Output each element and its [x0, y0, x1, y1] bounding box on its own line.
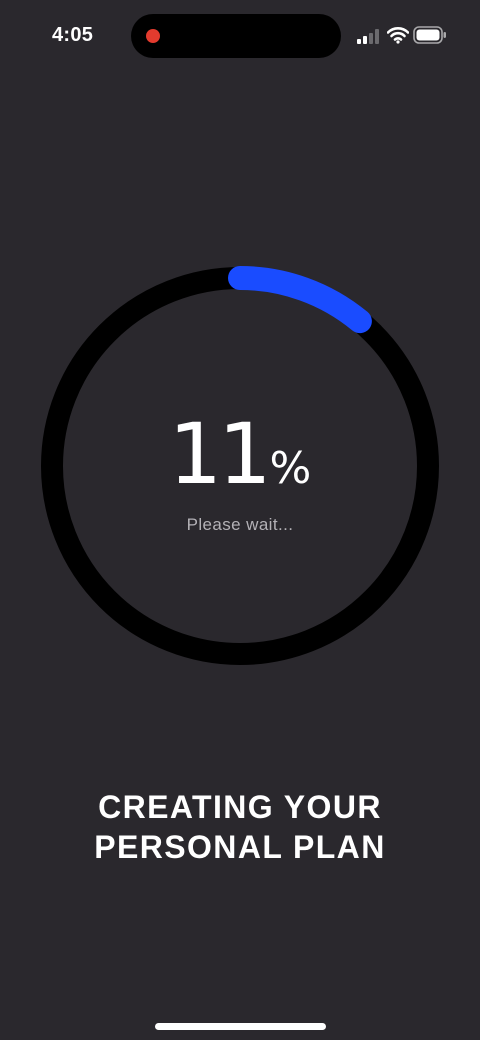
page-title: CREATING YOUR PERSONAL PLAN	[0, 787, 480, 867]
page-title-line-1: CREATING YOUR	[98, 789, 382, 825]
recording-indicator-icon	[146, 29, 160, 43]
please-wait-text: Please wait...	[186, 515, 294, 534]
page-title-line-2: PERSONAL PLAN	[94, 829, 386, 865]
progress-percent: 11%	[0, 412, 480, 496]
status-time: 4:05	[52, 24, 94, 46]
home-indicator	[155, 1023, 326, 1030]
wifi-icon	[387, 27, 409, 44]
progress-percent-sign: %	[269, 443, 312, 494]
dynamic-island	[131, 14, 341, 58]
signal-icon	[357, 29, 379, 44]
status-bar: 4:05	[0, 0, 480, 72]
progress-percent-value: 11	[168, 405, 272, 503]
battery-icon	[413, 26, 446, 44]
